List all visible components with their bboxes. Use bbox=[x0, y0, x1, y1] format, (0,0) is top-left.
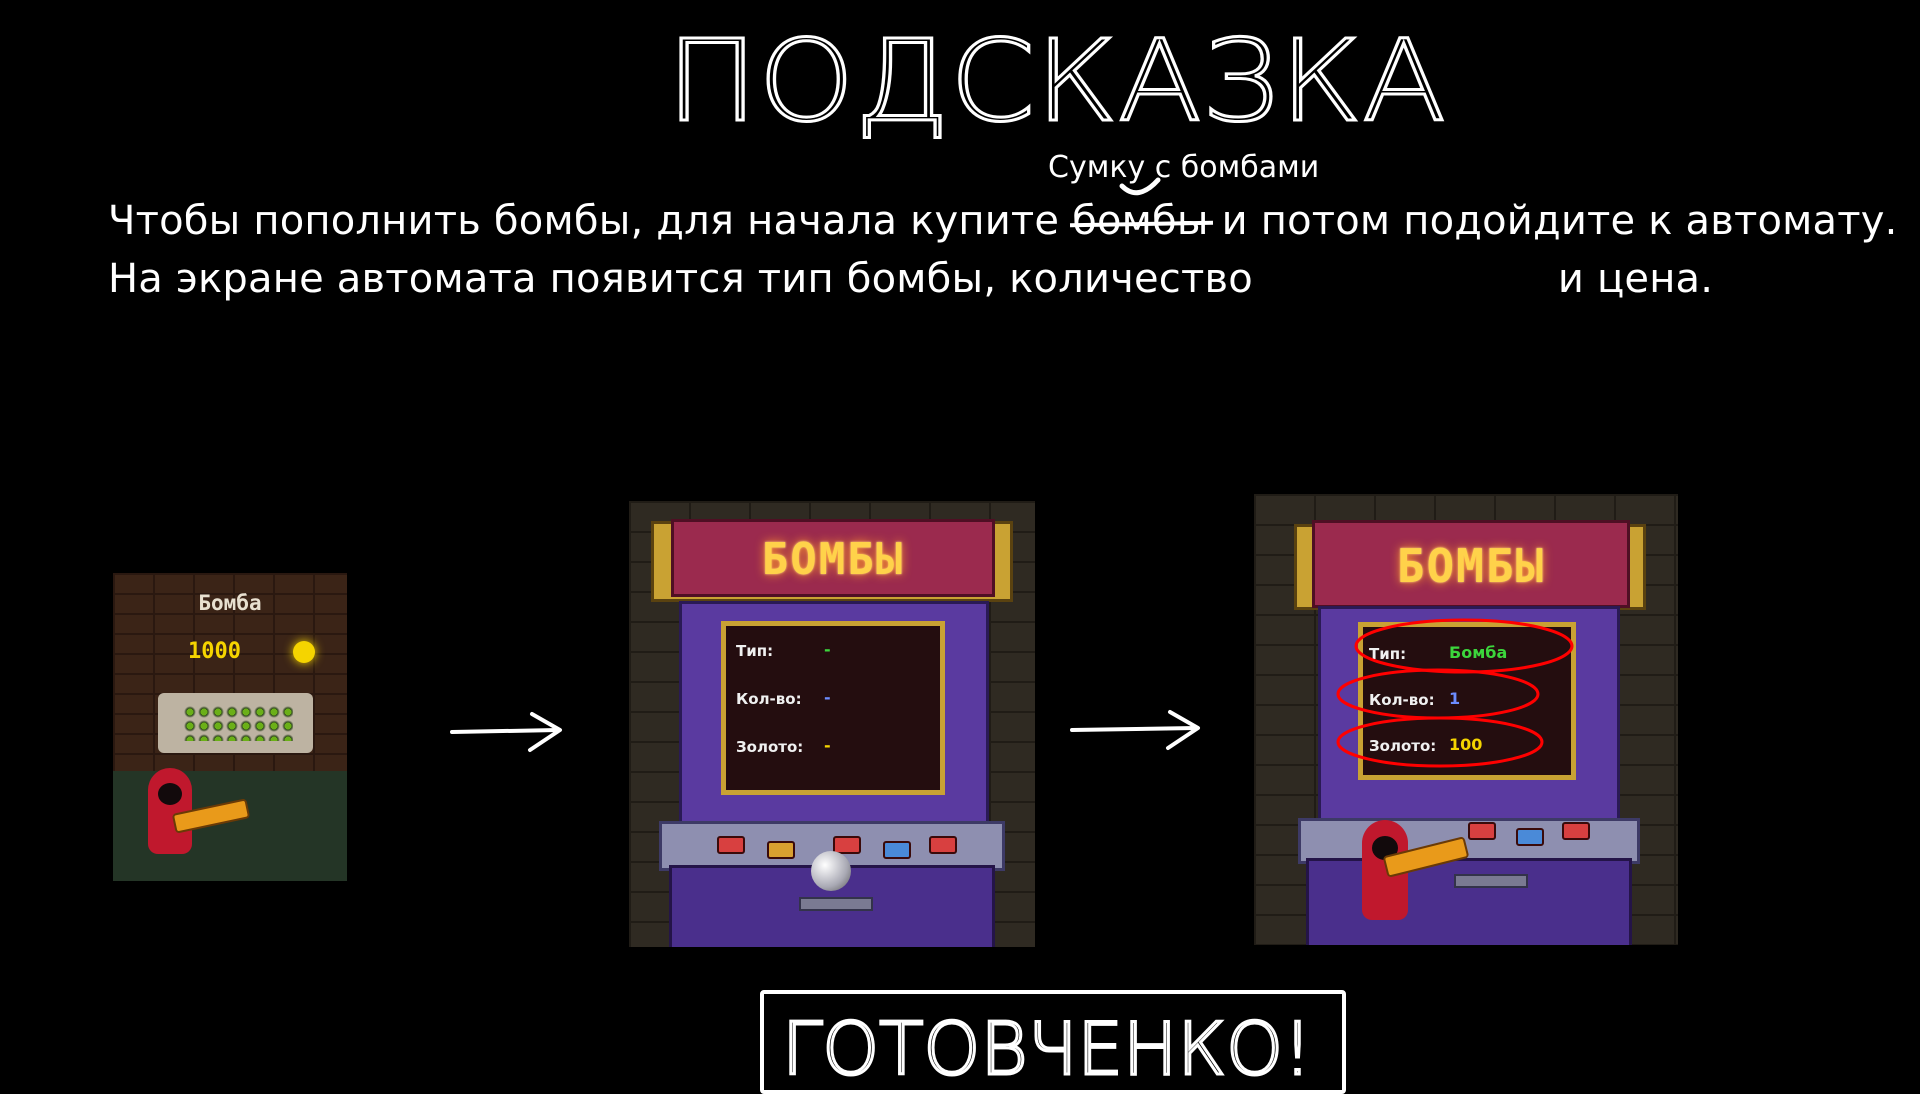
shop-screenshot: Бомба 1000 bbox=[113, 573, 347, 881]
qty-value: - bbox=[824, 688, 831, 707]
joystick-ball-icon bbox=[811, 851, 851, 891]
correction-note: Сумку с бомбами bbox=[1048, 150, 1320, 185]
arcade-screen: Тип: - Кол-во: - Золото: - bbox=[721, 621, 945, 795]
bomb-pile-icon bbox=[183, 705, 293, 741]
page-title: ПОДСКАЗКА bbox=[665, 20, 1448, 149]
instruction-line-2-end: и цена. bbox=[1557, 256, 1714, 302]
instruction-line-2-start: На экране автомата появится тип бомбы, к… bbox=[108, 256, 1266, 302]
qty-highlight-circle bbox=[1336, 668, 1540, 720]
instruction-line-2: На экране автомата появится тип бомбы, к… bbox=[108, 256, 1713, 302]
blue-button bbox=[883, 841, 911, 859]
coin-slot bbox=[799, 897, 873, 911]
instruction-line-1-start: Чтобы пополнить бомбы, для начала купите bbox=[108, 198, 1073, 244]
arcade-empty-screenshot: БОМБЫ Тип: - Кол-во: - Золото: - bbox=[629, 501, 1035, 947]
type-label: Тип: bbox=[736, 642, 774, 660]
instruction-line-1-end: и потом подойдите к автомату. bbox=[1208, 198, 1898, 244]
footer: ГОТОВЧЕНКО! bbox=[781, 1006, 1314, 1081]
type-highlight-circle bbox=[1354, 618, 1574, 674]
arcade-filled-screenshot: БОМБЫ Тип: Бомба Кол-во: 1 Золото: 100 bbox=[1254, 494, 1678, 945]
instruction-line-1: Чтобы пополнить бомбы, для начала купите… bbox=[108, 198, 1898, 244]
gold-label: Золото: bbox=[736, 738, 804, 756]
coin-icon bbox=[293, 641, 315, 663]
arrow-right-icon bbox=[1070, 710, 1200, 750]
shop-item-price: 1000 bbox=[188, 639, 241, 664]
marquee: БОМБЫ bbox=[671, 519, 995, 597]
gold-value: - bbox=[824, 736, 831, 755]
marquee-text: БОМБЫ bbox=[761, 534, 905, 585]
struck-word: бомбы bbox=[1072, 198, 1209, 244]
red-button bbox=[929, 836, 957, 854]
qty-label: Кол-во: bbox=[736, 690, 802, 708]
arrow-right-icon bbox=[450, 712, 562, 752]
gold-highlight-circle bbox=[1336, 716, 1544, 768]
shop-item-name: Бомба bbox=[198, 591, 262, 615]
type-value: - bbox=[824, 640, 831, 659]
annotation-circles bbox=[1336, 618, 1574, 768]
hero-face bbox=[158, 783, 182, 805]
page-title-text: ПОДСКАЗКА bbox=[666, 20, 1446, 147]
orange-button bbox=[767, 841, 795, 859]
footer-text: ГОТОВЧЕНКО! bbox=[782, 1007, 1312, 1080]
red-button bbox=[717, 836, 745, 854]
